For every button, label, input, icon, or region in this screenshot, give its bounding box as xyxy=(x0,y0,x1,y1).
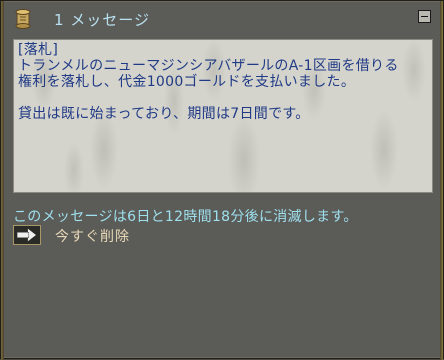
message-line-1: トランメルのニューマジンシアバザールのA-1区画を借りる xyxy=(18,58,399,74)
message-line-2: 権利を落札し、代金1000ゴールドを支払いました。 xyxy=(18,74,356,90)
scroll-icon xyxy=(15,9,31,29)
minimize-button[interactable] xyxy=(418,10,431,23)
delete-now-label[interactable]: 今すぐ削除 xyxy=(55,226,130,246)
delete-now-button[interactable]: 今すぐ削除 xyxy=(13,225,173,247)
message-line-tag: [落札] xyxy=(18,42,59,58)
expiry-notice: このメッセージは6日と12時間18分後に消滅します。 xyxy=(13,209,358,225)
window-frame-right xyxy=(440,1,443,360)
message-line-blank xyxy=(18,90,428,106)
window-frame-left xyxy=(1,1,4,360)
message-window: 1 メッセージ [落札] トランメルのニューマジンシアバザールのA-1区画を借り… xyxy=(0,0,444,360)
window-title: 1 メッセージ xyxy=(54,11,151,29)
title-bar[interactable]: 1 メッセージ xyxy=(4,3,442,33)
message-body: [落札] トランメルのニューマジンシアバザールのA-1区画を借りる 権利を落札し… xyxy=(13,39,433,193)
message-line-4: 貸出は既に始まっており、期間は7日間です。 xyxy=(18,106,310,122)
arrow-right-icon[interactable] xyxy=(13,225,41,245)
